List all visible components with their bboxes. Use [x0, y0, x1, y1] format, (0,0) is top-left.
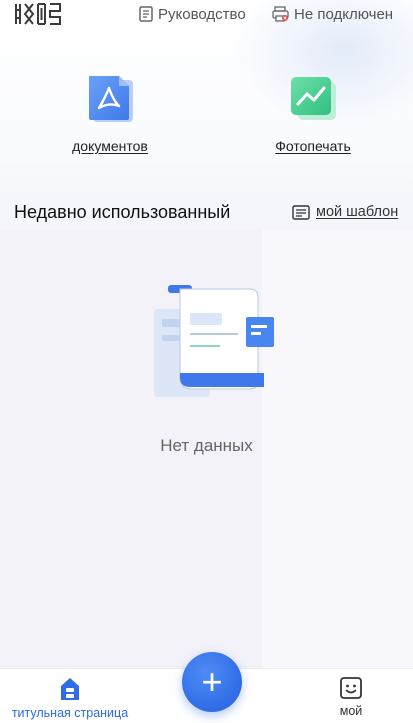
photo-print-label: Фотопечать	[275, 138, 351, 154]
app-logo	[15, 3, 61, 25]
template-list-icon	[292, 204, 310, 220]
documents-tile[interactable]: документов	[30, 74, 190, 160]
document-icon	[139, 6, 153, 22]
nav-mine-label: мой	[339, 704, 363, 718]
nav-mine[interactable]: мой	[320, 676, 382, 718]
guide-button[interactable]: Руководство	[139, 4, 246, 24]
recent-title: Недавно использованный	[14, 202, 231, 222]
photo-chart-icon	[291, 77, 336, 120]
pdf-icon	[89, 76, 133, 122]
documents-label: документов	[72, 138, 148, 154]
photo-print-tile[interactable]: Фотопечать	[233, 74, 393, 160]
printer-status-label: Не подключен	[294, 5, 394, 23]
home-icon	[61, 678, 79, 700]
my-template-label: мой шаблон	[316, 204, 399, 220]
plus-icon: +	[201, 661, 223, 702]
add-button[interactable]: +	[182, 652, 242, 712]
printer-status-button[interactable]: Не подключен	[272, 4, 393, 24]
printer-disconnected-icon	[272, 6, 289, 22]
nav-home[interactable]: титульная страница	[0, 676, 140, 720]
my-template-link[interactable]: мой шаблон	[292, 204, 398, 220]
nav-home-label: титульная страница	[11, 706, 129, 720]
empty-state-text: Нет данных	[160, 436, 253, 455]
empty-state-illustration	[154, 285, 274, 397]
smile-face-icon	[340, 677, 362, 699]
guide-label: Руководство	[158, 5, 246, 23]
